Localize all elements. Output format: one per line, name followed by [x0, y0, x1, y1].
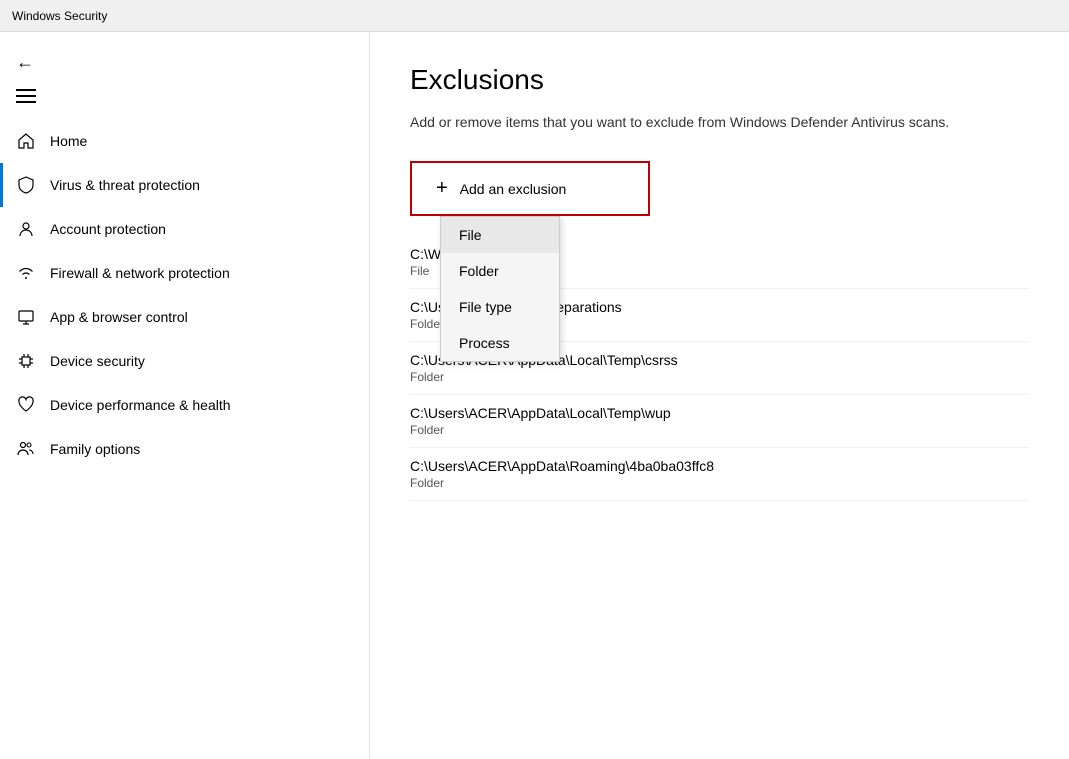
sidebar-item-firewall[interactable]: Firewall & network protection: [0, 251, 369, 295]
sidebar-top: ←: [0, 32, 369, 119]
sidebar-item-deviceperformance[interactable]: Device performance & health: [0, 383, 369, 427]
back-button[interactable]: ←: [0, 44, 369, 81]
hamburger-button[interactable]: [0, 81, 369, 111]
home-icon: [16, 131, 36, 151]
sidebar-item-family[interactable]: Family options: [0, 427, 369, 471]
content-area: Exclusions Add or remove items that you …: [370, 32, 1069, 759]
dropdown-item-folder[interactable]: Folder: [441, 253, 559, 289]
sidebar-item-virus[interactable]: Virus & threat protection: [0, 163, 369, 207]
sidebar-item-label: Firewall & network protection: [50, 265, 230, 281]
sidebar-item-label: Device performance & health: [50, 397, 231, 413]
add-exclusion-container: + Add an exclusion File Folder File type…: [410, 161, 650, 216]
back-icon: ←: [16, 52, 34, 73]
heart-icon: [16, 395, 36, 415]
exclusion-type: Folder: [410, 423, 1029, 437]
add-exclusion-button[interactable]: + Add an exclusion: [410, 161, 650, 216]
sidebar-item-home[interactable]: Home: [0, 119, 369, 163]
sidebar-item-label: Account protection: [50, 221, 166, 237]
title-bar: Windows Security: [0, 0, 1069, 32]
chip-icon: [16, 351, 36, 371]
sidebar-item-label: Family options: [50, 441, 140, 457]
sidebar-item-label: Virus & threat protection: [50, 177, 200, 193]
exclusion-type: Folder: [410, 370, 1029, 384]
exclusion-item-4: C:\Users\ACER\AppData\Roaming\4ba0ba03ff…: [410, 448, 1029, 501]
dropdown-item-filetype[interactable]: File type: [441, 289, 559, 325]
add-exclusion-label: Add an exclusion: [460, 181, 567, 197]
exclusion-type: Folder: [410, 476, 1029, 490]
sidebar-item-devicesecurity[interactable]: Device security: [0, 339, 369, 383]
plus-icon: +: [436, 177, 448, 200]
shield-icon: [16, 175, 36, 195]
exclusion-item-3: C:\Users\ACER\AppData\Local\Temp\wup Fol…: [410, 395, 1029, 448]
exclusion-dropdown: File Folder File type Process: [440, 216, 560, 362]
title-bar-label: Windows Security: [12, 9, 107, 23]
monitor-icon: [16, 307, 36, 327]
sidebar: ← Home Virus & threat prote: [0, 32, 370, 759]
dropdown-item-process[interactable]: Process: [441, 325, 559, 361]
people-icon: [16, 439, 36, 459]
sidebar-item-account[interactable]: Account protection: [0, 207, 369, 251]
sidebar-item-label: Device security: [50, 353, 145, 369]
sidebar-item-appbrowser[interactable]: App & browser control: [0, 295, 369, 339]
wifi-icon: [16, 263, 36, 283]
page-description: Add or remove items that you want to exc…: [410, 112, 1010, 133]
page-title: Exclusions: [410, 64, 1029, 96]
sidebar-item-label: Home: [50, 133, 87, 149]
exclusion-path: C:\Users\ACER\AppData\Local\Temp\wup: [410, 405, 1029, 421]
person-icon: [16, 219, 36, 239]
dropdown-item-file[interactable]: File: [441, 217, 559, 253]
exclusion-path: C:\Users\ACER\AppData\Roaming\4ba0ba03ff…: [410, 458, 1029, 474]
sidebar-item-label: App & browser control: [50, 309, 188, 325]
main-layout: ← Home Virus & threat prote: [0, 32, 1069, 759]
